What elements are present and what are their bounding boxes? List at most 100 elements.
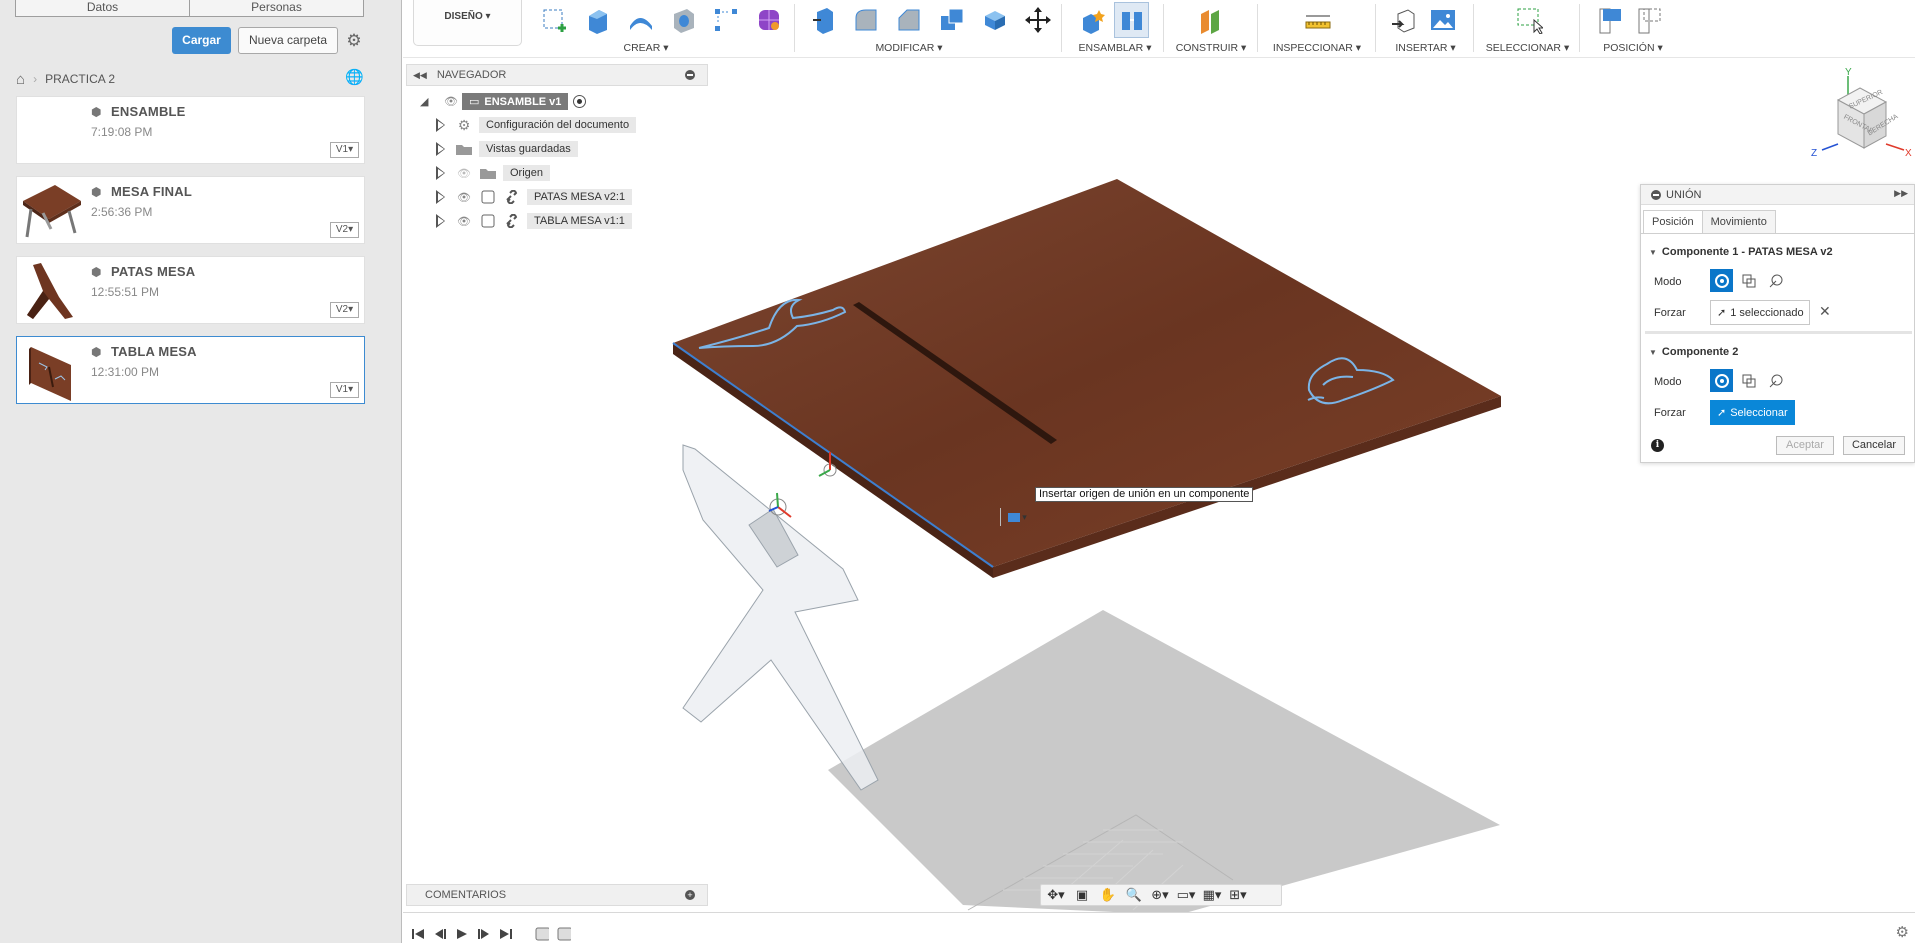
capture-position-icon[interactable] <box>1593 2 1628 38</box>
group-label-seleccionar[interactable]: SELECCIONAR ▾ <box>1481 42 1574 54</box>
expand-icon[interactable] <box>435 142 447 156</box>
nav-item-config[interactable]: ⚙ Configuración del documento <box>435 115 637 135</box>
nav-root[interactable]: ◢ 👁 ▭ ENSAMBLE v1 <box>420 91 587 111</box>
breadcrumb-project[interactable]: PRACTICA 2 <box>45 72 115 86</box>
file-card-ensamble[interactable]: ⬢ ENSAMBLE 7:19:08 PM V1▾ <box>16 96 365 164</box>
home-icon[interactable]: ⌂ <box>16 71 25 88</box>
add-comment-icon[interactable]: + <box>685 890 695 900</box>
tab-datos[interactable]: Datos <box>15 0 190 17</box>
go-to-end-icon[interactable] <box>499 927 513 941</box>
gear-icon[interactable]: ⚙ <box>1896 923 1909 941</box>
mini-toolbar[interactable]: ▾ <box>1000 508 1034 526</box>
eye-icon[interactable]: 👁 <box>444 95 462 108</box>
section-component-2[interactable]: Componente 2 <box>1649 346 1738 358</box>
pan-icon[interactable]: ✋ <box>1097 886 1119 904</box>
two-edge-intersection-icon[interactable] <box>1764 269 1787 292</box>
fillet-icon[interactable] <box>848 2 883 38</box>
tab-posicion[interactable]: Posición <box>1643 210 1703 234</box>
insert-image-icon[interactable] <box>1425 2 1460 38</box>
revert-position-icon[interactable] <box>1632 2 1667 38</box>
tab-personas[interactable]: Personas <box>190 0 364 17</box>
simple-mode-icon[interactable] <box>1710 369 1733 392</box>
timeline-feature-icon[interactable] <box>557 927 571 941</box>
eye-hidden-icon[interactable]: 👁 <box>455 165 473 181</box>
file-card-mesa-final[interactable]: ⬢ MESA FINAL 2:56:36 PM V2▾ <box>16 176 365 244</box>
nav-item-views[interactable]: Vistas guardadas <box>435 139 578 159</box>
step-back-icon[interactable] <box>433 927 447 941</box>
new-component-icon[interactable] <box>1075 2 1110 38</box>
group-label-modificar[interactable]: MODIFICAR ▾ <box>805 42 1013 54</box>
version-dropdown[interactable]: V2▾ <box>330 302 359 318</box>
info-icon[interactable]: i <box>1651 439 1664 452</box>
insert-derive-icon[interactable] <box>1386 2 1421 38</box>
expand-icon[interactable] <box>435 118 447 132</box>
between-two-faces-icon[interactable] <box>1737 369 1760 392</box>
orbit-icon[interactable]: ✥▾ <box>1045 886 1067 904</box>
version-dropdown[interactable]: V1▾ <box>330 382 359 398</box>
workspace-switcher[interactable]: DISEÑO ▾ <box>413 0 522 46</box>
expand-icon[interactable]: ▶▶ <box>1894 188 1908 199</box>
accept-button[interactable]: Aceptar <box>1776 436 1834 455</box>
expand-icon[interactable] <box>435 166 447 180</box>
gear-icon[interactable]: ⚙ <box>344 31 364 51</box>
eye-icon[interactable]: 👁 <box>455 213 473 229</box>
shell-icon[interactable] <box>934 2 969 38</box>
fit-icon[interactable]: ⊕▾ <box>1149 886 1171 904</box>
snap-field-1[interactable]: ➚ 1 seleccionado <box>1710 300 1810 325</box>
nav-item-tabla[interactable]: 👁 TABLA MESA v1:1 <box>435 211 632 231</box>
group-label-insertar[interactable]: INSERTAR ▾ <box>1383 42 1468 54</box>
viewcube[interactable]: Y X Z SUPERIOR FRONTAL DERECHA <box>1808 66 1913 166</box>
play-icon[interactable] <box>455 927 469 941</box>
group-label-ensamblar[interactable]: ENSAMBLAR ▾ <box>1075 42 1155 54</box>
comments-panel[interactable]: COMENTARIOS + <box>406 884 708 906</box>
section-component-1[interactable]: Componente 1 - PATAS MESA v2 <box>1649 246 1833 258</box>
nav-root-label[interactable]: ▭ ENSAMBLE v1 <box>462 92 569 110</box>
simple-mode-icon[interactable] <box>1710 269 1733 292</box>
table-leg[interactable] <box>682 444 879 791</box>
grid-icon[interactable]: ▦▾ <box>1201 886 1223 904</box>
look-at-icon[interactable]: ▣ <box>1071 886 1093 904</box>
expand-icon[interactable] <box>435 190 447 204</box>
go-to-start-icon[interactable] <box>411 927 425 941</box>
table-top[interactable] <box>672 179 1501 578</box>
group-label-construir[interactable]: CONSTRUIR ▾ <box>1171 42 1251 54</box>
expand-down-icon[interactable]: ◢ <box>420 95 434 108</box>
joint-origin-gizmo[interactable] <box>768 452 837 518</box>
file-card-tabla-mesa[interactable]: ⬢ TABLA MESA 12:31:00 PM V1▾ <box>16 336 365 404</box>
dialog-header[interactable]: UNIÓN ▶▶ <box>1641 185 1914 205</box>
between-two-faces-icon[interactable] <box>1737 269 1760 292</box>
revolve-icon[interactable] <box>622 2 657 38</box>
navigator-header[interactable]: ◀◀ NAVEGADOR <box>406 64 708 86</box>
sketch-icon[interactable] <box>536 2 571 38</box>
offset-plane-icon[interactable] <box>1193 2 1228 38</box>
display-settings-icon[interactable]: ▭▾ <box>1175 886 1197 904</box>
cancel-button[interactable]: Cancelar <box>1843 436 1905 455</box>
timeline-feature-icon[interactable] <box>535 927 549 941</box>
clear-selection-icon[interactable]: ✕ <box>1819 303 1831 320</box>
viewports-icon[interactable]: ⊞▾ <box>1227 886 1249 904</box>
radio-active-icon[interactable] <box>573 94 587 108</box>
new-folder-button[interactable]: Nueva carpeta <box>238 27 338 54</box>
pattern-icon[interactable] <box>708 2 743 38</box>
expand-icon[interactable] <box>435 214 447 228</box>
chamfer-icon[interactable] <box>891 2 926 38</box>
nav-item-patas[interactable]: 👁 PATAS MESA v2:1 <box>435 187 633 207</box>
form-icon[interactable] <box>751 2 786 38</box>
snap-field-2[interactable]: ➚ Seleccionar <box>1710 400 1795 425</box>
joint-icon[interactable] <box>1114 2 1149 38</box>
combine-icon[interactable] <box>977 2 1012 38</box>
two-edge-intersection-icon[interactable] <box>1764 369 1787 392</box>
file-card-patas-mesa[interactable]: ⬢ PATAS MESA 12:55:51 PM V2▾ <box>16 256 365 324</box>
hole-icon[interactable] <box>665 2 700 38</box>
measure-icon[interactable] <box>1300 2 1335 38</box>
select-window-icon[interactable] <box>1511 2 1546 38</box>
version-dropdown[interactable]: V1▾ <box>330 142 359 158</box>
group-label-crear[interactable]: CREAR ▾ <box>520 42 772 54</box>
zoom-icon[interactable]: 🔍 <box>1123 886 1145 904</box>
move-icon[interactable] <box>1020 2 1055 38</box>
collapse-icon[interactable]: ◀◀ <box>413 70 427 81</box>
group-label-posicion[interactable]: POSICIÓN ▾ <box>1588 42 1678 54</box>
extrude-icon[interactable] <box>579 2 614 38</box>
tab-movimiento[interactable]: Movimiento <box>1702 210 1776 234</box>
eye-icon[interactable]: 👁 <box>455 189 473 205</box>
